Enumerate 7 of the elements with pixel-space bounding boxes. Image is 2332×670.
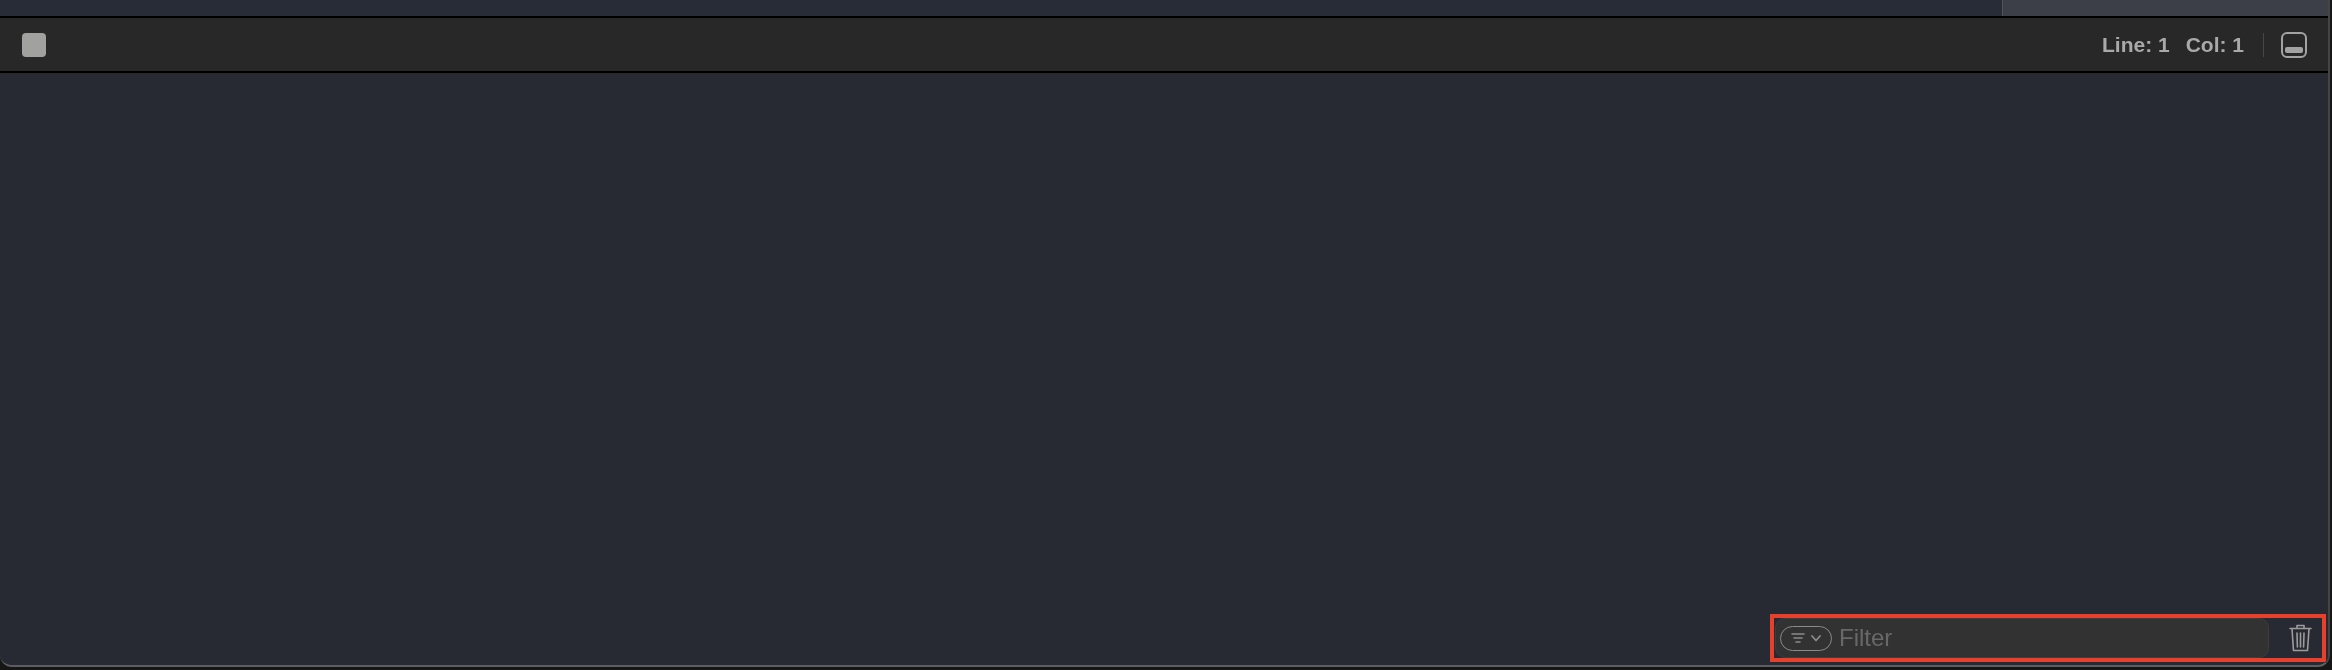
stop-icon[interactable] <box>22 32 46 57</box>
chevron-down-icon <box>1811 634 1821 642</box>
cursor-position-text: Col: 1 <box>2185 32 2244 57</box>
trash-icon[interactable] <box>2289 624 2312 652</box>
filter-icon <box>1791 633 1805 643</box>
panel-toggle-icon[interactable] <box>2281 31 2307 58</box>
cursor-position-text: Line: 1 <box>2101 32 2170 57</box>
